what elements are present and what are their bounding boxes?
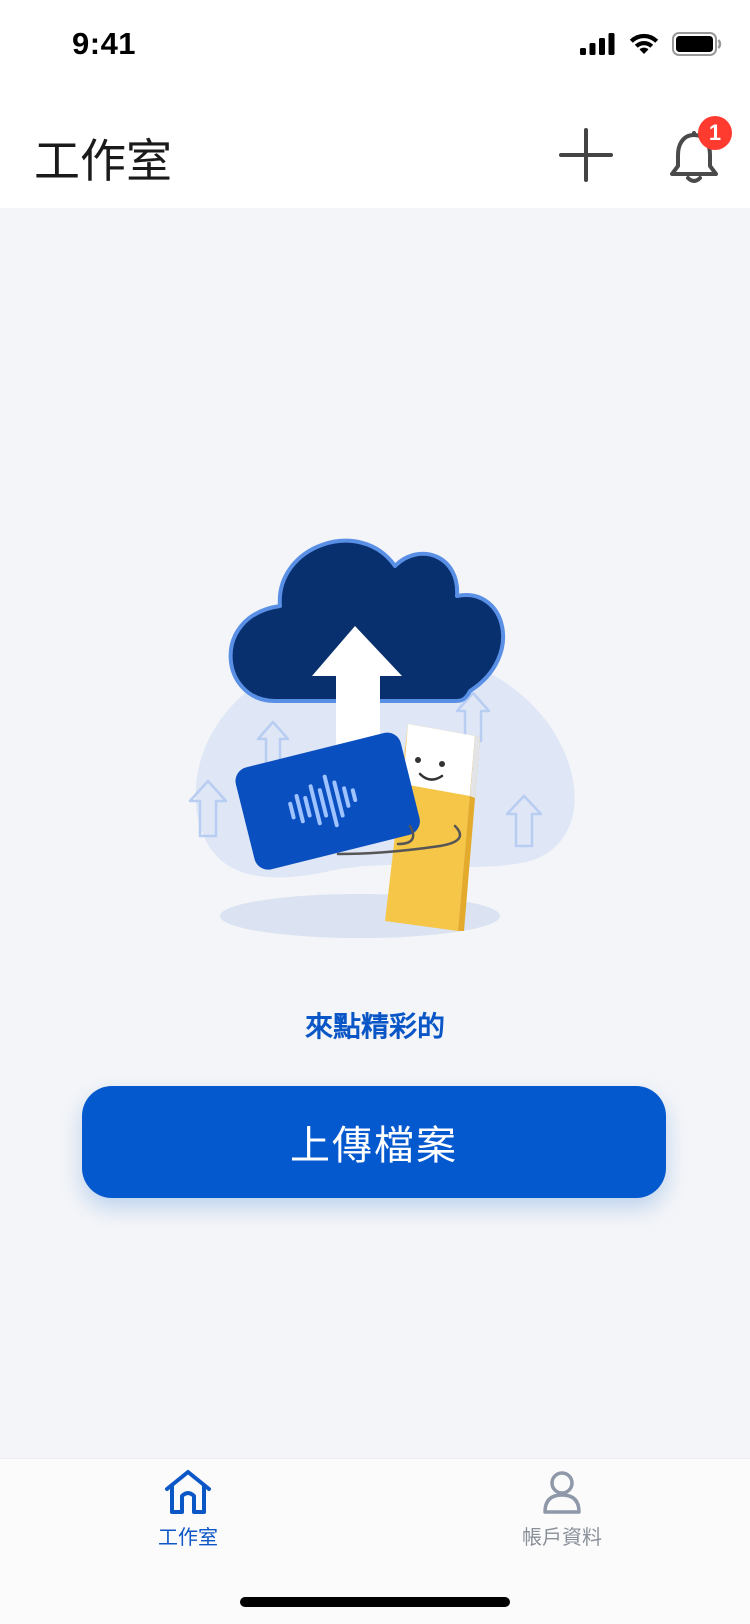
tab-account-label: 帳戶資料 bbox=[522, 1525, 602, 1549]
tab-studio[interactable]: 工作室 bbox=[98, 1469, 278, 1569]
home-icon bbox=[165, 1470, 211, 1514]
cloud-upload-illustration bbox=[188, 538, 575, 938]
tab-studio-label: 工作室 bbox=[158, 1525, 218, 1549]
empty-state-message: 來點精彩的 bbox=[304, 1010, 445, 1043]
tab-account[interactable]: 帳戶資料 bbox=[472, 1469, 652, 1569]
page-title: 工作室 bbox=[34, 134, 172, 188]
add-button[interactable] bbox=[555, 124, 617, 186]
wifi-icon bbox=[629, 33, 659, 54]
person-icon bbox=[543, 1471, 581, 1514]
cellular-signal-icon bbox=[580, 33, 615, 55]
notifications-button[interactable]: 1 bbox=[664, 116, 732, 190]
status-bar: 9:41 bbox=[0, 0, 750, 90]
status-icons bbox=[580, 32, 722, 56]
app-screen: 9:41 工作室 1 來點精彩的 上傳檔案 工作室 帳戶資料 bbox=[0, 0, 750, 1624]
top-app-bar: 工作室 1 bbox=[0, 90, 750, 208]
status-time: 9:41 bbox=[72, 26, 137, 61]
main-content: 來點精彩的 上傳檔案 bbox=[0, 208, 750, 1458]
upload-file-button[interactable]: 上傳檔案 bbox=[82, 1086, 666, 1198]
home-indicator bbox=[240, 1597, 510, 1607]
plus-icon bbox=[559, 128, 613, 182]
notification-badge: 1 bbox=[698, 116, 732, 150]
bottom-tab-bar: 工作室 帳戶資料 bbox=[0, 1458, 750, 1624]
battery-icon bbox=[672, 32, 722, 56]
